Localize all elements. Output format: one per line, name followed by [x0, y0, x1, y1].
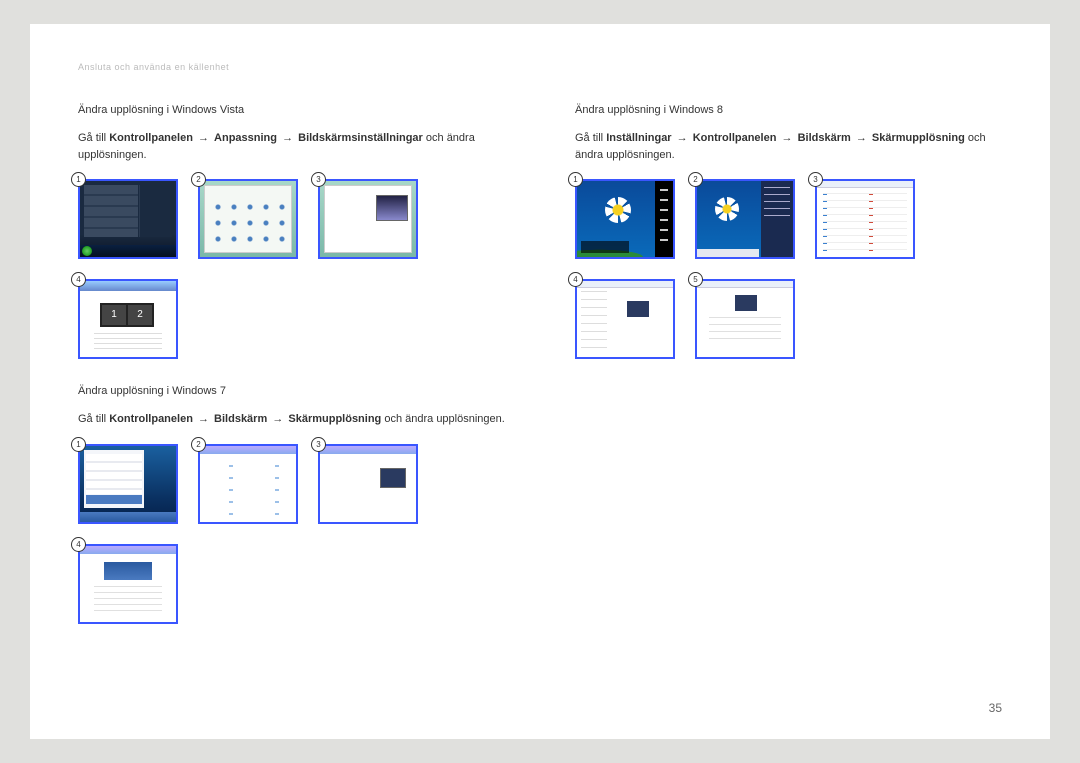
thumb-wrap: 3 [318, 444, 418, 524]
step-badge: 5 [688, 272, 703, 287]
monitor-2-label: 2 [128, 305, 152, 325]
screenshot-win8-control-panel [815, 179, 915, 259]
thumb-wrap: 1 [575, 179, 675, 259]
arrow-icon: → [196, 130, 211, 147]
arrow-icon: → [270, 411, 285, 428]
vista-title: Ändra upplösning i Windows Vista [78, 104, 505, 116]
thumb-wrap: 1 [78, 444, 178, 524]
two-column-layout: Ändra upplösning i Windows Vista Gå till… [78, 104, 1002, 650]
path-step: Bildskärm [214, 413, 267, 425]
step-badge: 4 [568, 272, 583, 287]
thumb-wrap: 2 [695, 179, 795, 259]
step-badge: 4 [71, 537, 86, 552]
thumb-wrap: 4 12 [78, 279, 178, 359]
screenshot-win8-settings [695, 179, 795, 259]
step-badge: 3 [808, 172, 823, 187]
page-header: Ansluta och använda en källenhet [78, 62, 1002, 72]
thumb-wrap: 4 [78, 544, 178, 624]
path-step: Skärmupplösning [288, 413, 381, 425]
vista-thumbnails: 1 2 3 4 12 [78, 179, 505, 359]
step-badge: 3 [311, 172, 326, 187]
step-badge: 1 [71, 172, 86, 187]
win7-instruction: Gå till Kontrollpanelen → Bildskärm → Sk… [78, 411, 505, 428]
screenshot-win7-control-panel [198, 444, 298, 524]
left-column: Ändra upplösning i Windows Vista Gå till… [78, 104, 505, 650]
monitor-1-label: 1 [102, 305, 126, 325]
win7-thumbnails: 1 2 3 4 [78, 444, 505, 624]
screenshot-win8-charms [575, 179, 675, 259]
instr-suffix: och ändra upplösningen. [381, 413, 505, 425]
arrow-icon: → [675, 130, 690, 147]
path-step: Skärmupplösning [872, 132, 965, 144]
win7-title: Ändra upplösning i Windows 7 [78, 385, 505, 397]
screenshot-vista-start-menu [78, 179, 178, 259]
arrow-icon: → [854, 130, 869, 147]
step-badge: 3 [311, 437, 326, 452]
path-step: Kontrollpanelen [109, 132, 193, 144]
arrow-icon: → [280, 130, 295, 147]
path-step: Kontrollpanelen [109, 413, 193, 425]
step-badge: 1 [568, 172, 583, 187]
arrow-icon: → [780, 130, 795, 147]
thumb-wrap: 1 [78, 179, 178, 259]
thumb-wrap: 2 [198, 444, 298, 524]
step-badge: 2 [688, 172, 703, 187]
win8-title: Ändra upplösning i Windows 8 [575, 104, 1002, 116]
document-page: Ansluta och använda en källenhet Ändra u… [30, 24, 1050, 739]
path-step: Bildskärm [798, 132, 851, 144]
arrow-icon: → [196, 411, 211, 428]
screenshot-win8-resolution [695, 279, 795, 359]
step-badge: 2 [191, 437, 206, 452]
screenshot-win7-resolution [78, 544, 178, 624]
step-badge: 4 [71, 272, 86, 287]
path-step: Inställningar [606, 132, 671, 144]
screenshot-vista-personalization [318, 179, 418, 259]
screenshot-vista-control-panel [198, 179, 298, 259]
win8-thumbnails: 1 2 3 4 [575, 179, 1002, 359]
instr-prefix: Gå till [78, 132, 109, 144]
thumb-wrap: 2 [198, 179, 298, 259]
thumb-wrap: 4 [575, 279, 675, 359]
thumb-wrap: 3 [318, 179, 418, 259]
screenshot-vista-display-settings: 12 [78, 279, 178, 359]
step-badge: 2 [191, 172, 206, 187]
instr-prefix: Gå till [78, 413, 109, 425]
path-step: Anpassning [214, 132, 277, 144]
path-step: Kontrollpanelen [693, 132, 777, 144]
right-column: Ändra upplösning i Windows 8 Gå till Ins… [575, 104, 1002, 650]
screenshot-win8-display [575, 279, 675, 359]
vista-instruction: Gå till Kontrollpanelen → Anpassning → B… [78, 130, 505, 163]
thumb-wrap: 3 [815, 179, 915, 259]
instr-prefix: Gå till [575, 132, 606, 144]
path-step: Bildskärmsinställningar [298, 132, 423, 144]
screenshot-win7-start-menu [78, 444, 178, 524]
win8-instruction: Gå till Inställningar → Kontrollpanelen … [575, 130, 1002, 163]
step-badge: 1 [71, 437, 86, 452]
screenshot-win7-display [318, 444, 418, 524]
thumb-wrap: 5 [695, 279, 795, 359]
page-number: 35 [989, 701, 1002, 715]
